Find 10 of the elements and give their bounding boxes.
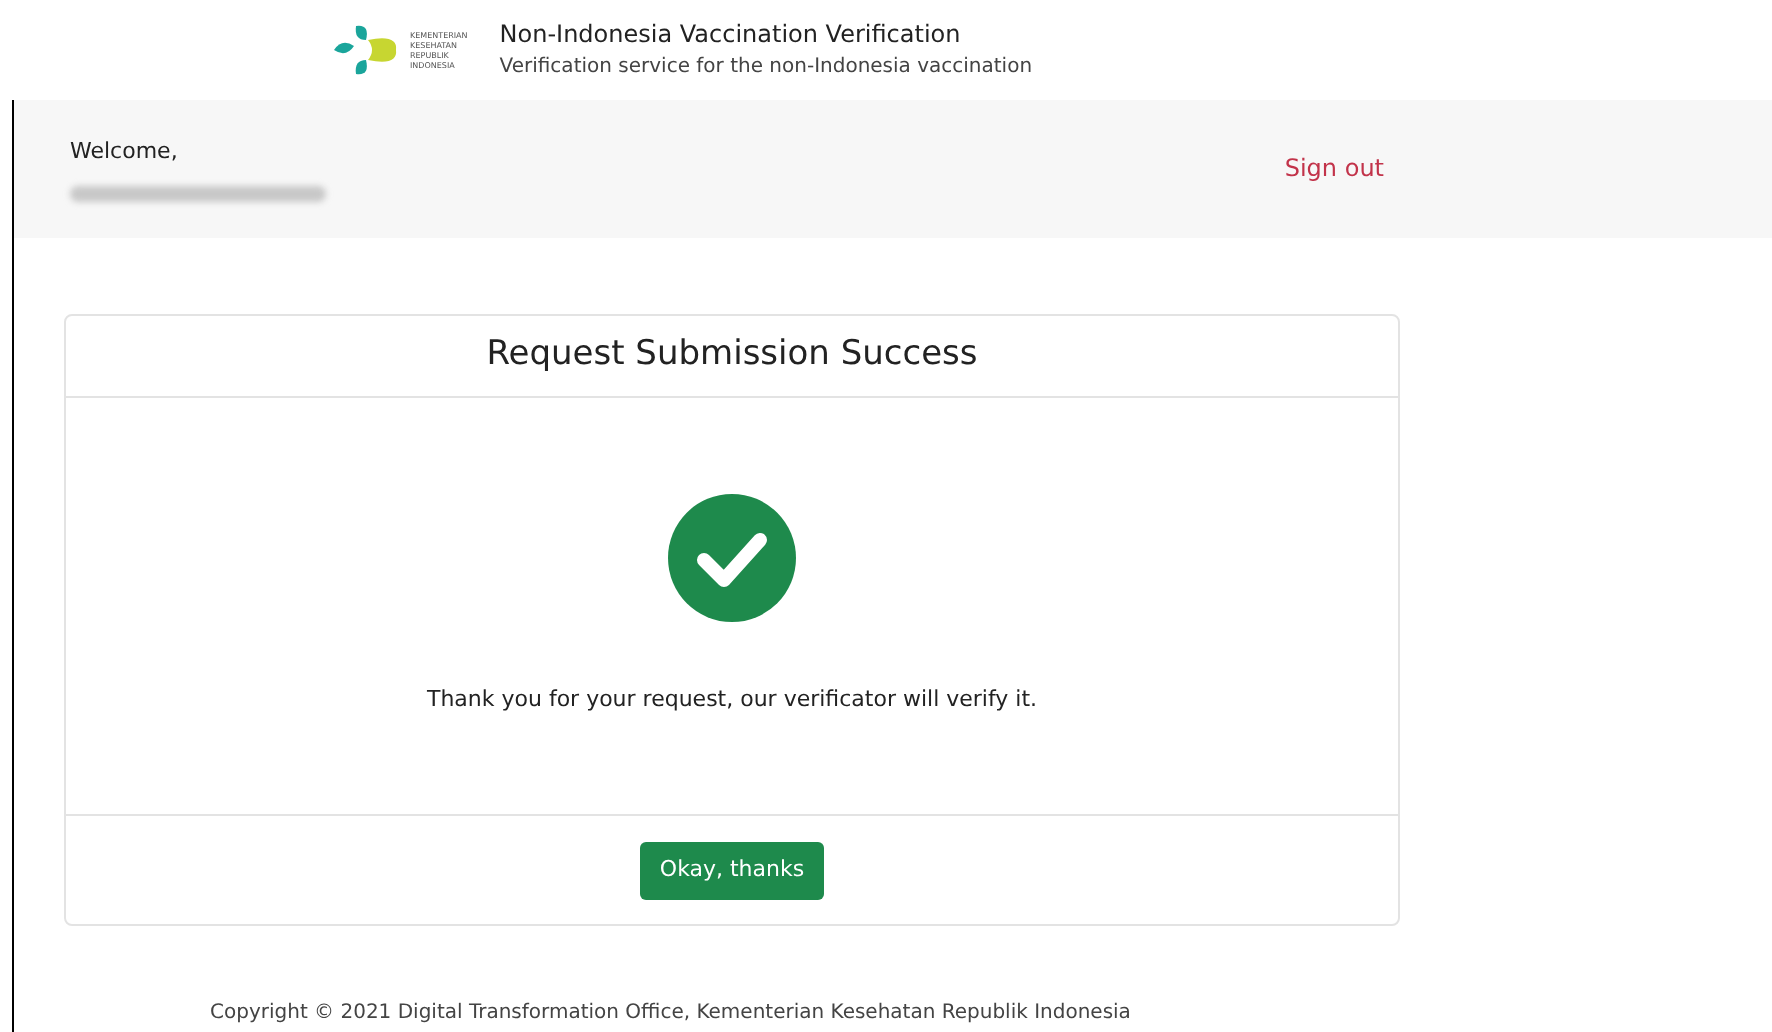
copyright-text: Copyright © 2021 Digital Transformation Office, Kementerian Kesehatan Republik Indonesia <box>210 1002 1131 1024</box>
success-message: Thank you for your request, our verificator will verify it. <box>426 683 1038 716</box>
check-circle-icon <box>668 493 796 622</box>
sign-out-link[interactable]: Sign out <box>1284 150 1384 187</box>
card-title: Request Submission Success <box>486 331 978 378</box>
logo-icon <box>330 20 402 80</box>
okay-button[interactable]: Okay, thanks <box>639 841 825 899</box>
welcome-text: Welcome, <box>70 136 180 169</box>
app-subtitle: Verification service for the non-Indonesia vaccination <box>499 54 1033 82</box>
app-title: Non-Indonesia Vaccination Verification <box>499 18 963 52</box>
